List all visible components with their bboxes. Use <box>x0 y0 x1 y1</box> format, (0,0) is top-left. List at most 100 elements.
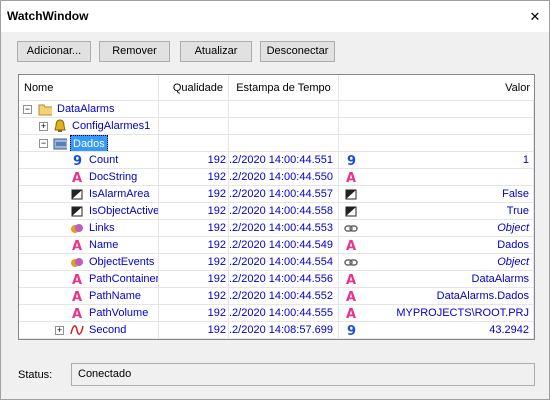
table-row[interactable]: ObjectEvents 192.2/2020 14:00:44.554 Objec… <box>19 254 534 271</box>
cell-quality: 192 <box>159 305 229 322</box>
collapse-icon[interactable]: − <box>39 139 48 148</box>
add-button[interactable]: Adicionar... <box>17 41 91 62</box>
string-a-icon: A <box>346 307 356 320</box>
update-button[interactable]: Atualizar <box>180 41 252 62</box>
folder-icon <box>38 104 52 116</box>
svg-text:A: A <box>346 171 356 184</box>
value-text: 1 <box>522 154 529 166</box>
column-header-value[interactable]: Valor <box>339 75 534 101</box>
svg-text:9: 9 <box>73 154 82 167</box>
cell-name: Links <box>19 220 159 237</box>
table-row[interactable]: IsAlarmArea 192.2/2020 14:00:44.557 False <box>19 186 534 203</box>
cell-timestamp: .2/2020 14:00:44.551 <box>229 152 339 169</box>
row-label: Second <box>89 324 127 336</box>
row-label: PathVolume <box>89 307 149 319</box>
object-icon <box>71 258 83 267</box>
row-label: IsAlarmArea <box>89 188 150 200</box>
cell-timestamp: .2/2020 14:08:57.699 <box>229 322 339 339</box>
number-9-icon: 9 <box>73 154 82 167</box>
cell-value: 91 <box>339 152 534 169</box>
svg-text:9: 9 <box>347 324 356 337</box>
cell-timestamp: .2/2020 14:00:44.558 <box>229 203 339 220</box>
cell-timestamp: .2/2020 14:00:44.553 <box>229 220 339 237</box>
trend-curve-icon <box>70 325 84 335</box>
table-row[interactable]: IsObjectActive 192.2/2020 14:00:44.558 Tru… <box>19 203 534 220</box>
row-label: Name <box>89 239 119 251</box>
expand-icon[interactable]: + <box>39 122 48 131</box>
cell-quality: 192 <box>159 169 229 186</box>
boolean-icon <box>71 206 83 217</box>
boolean-icon <box>345 206 357 217</box>
data-folder-icon <box>53 138 67 150</box>
cell-value: 9 43.2942 <box>339 322 534 339</box>
tree-label-dados: Dados <box>70 135 108 151</box>
object-icon <box>71 224 83 233</box>
cell-name: A PathContainer <box>19 271 159 288</box>
cell-value: A DataAlarms <box>339 271 534 288</box>
table-row[interactable]: A DocString 192.2/2020 14:00:44.550 A <box>19 169 534 186</box>
cell-value: Object <box>339 220 534 237</box>
cell-value: A DataAlarms.Dados <box>339 288 534 305</box>
table-row[interactable]: Links 192.2/2020 14:00:44.553 Object <box>19 220 534 237</box>
number-9-icon: 9 <box>347 324 356 337</box>
tree-row-root[interactable]: − DataAlarms <box>19 101 534 118</box>
cell-quality: 192 <box>159 237 229 254</box>
expand-icon[interactable]: + <box>55 326 64 335</box>
watch-window: WatchWindow ✕ Adicionar... Remover Atual… <box>0 0 550 400</box>
svg-text:A: A <box>346 239 356 252</box>
row-label: PathContainer <box>89 273 159 285</box>
table-row[interactable]: + Second 192.2/2020 14:08:57.699 9 43.2942 <box>19 322 534 339</box>
svg-text:A: A <box>72 273 82 286</box>
cell-name: IsAlarmArea <box>19 186 159 203</box>
boolean-icon <box>71 189 83 200</box>
svg-text:A: A <box>72 171 82 184</box>
tree-label-root: DataAlarms <box>57 103 115 115</box>
column-header-name[interactable]: Nome <box>19 75 159 101</box>
alarm-bell-icon <box>54 119 66 132</box>
string-a-icon: A <box>72 171 82 184</box>
tree-row-config[interactable]: + ConfigAlarmes1 <box>19 118 534 135</box>
svg-text:A: A <box>346 290 356 303</box>
link-icon <box>344 225 358 232</box>
remove-button[interactable]: Remover <box>99 41 170 62</box>
cell-name: IsObjectActive <box>19 203 159 220</box>
cell-timestamp: .2/2020 14:00:44.555 <box>229 305 339 322</box>
svg-text:A: A <box>72 239 82 252</box>
watch-grid[interactable]: Nome Qualidade Estampa de Tempo Valor − … <box>18 74 535 340</box>
value-text: Object <box>497 256 529 268</box>
svg-text:A: A <box>346 307 356 320</box>
cell-quality: 192 <box>159 322 229 339</box>
value-text: DataAlarms <box>471 273 529 285</box>
cell-name: A PathName <box>19 288 159 305</box>
cell-timestamp: .2/2020 14:00:44.554 <box>229 254 339 271</box>
cell-quality: 192 <box>159 254 229 271</box>
cell-quality: 192 <box>159 220 229 237</box>
cell-name: + Second <box>19 322 159 339</box>
string-a-icon: A <box>346 239 356 252</box>
cell-value: A MYPROJECTS\ROOT.PRJ <box>339 305 534 322</box>
value-text: True <box>506 205 529 217</box>
string-a-icon: A <box>72 307 82 320</box>
string-a-icon: A <box>346 273 356 286</box>
cell-value: A Dados <box>339 237 534 254</box>
status-label: Status: <box>18 369 53 381</box>
table-row[interactable]: A Name 192.2/2020 14:00:44.549 A Dados <box>19 237 534 254</box>
tree-row-dados[interactable]: − Dados <box>19 135 534 152</box>
column-header-timestamp[interactable]: Estampa de Tempo <box>229 75 339 101</box>
cell-quality: 192 <box>159 152 229 169</box>
value-text: MYPROJECTS\ROOT.PRJ <box>396 307 529 319</box>
column-header-quality[interactable]: Qualidade <box>159 75 229 101</box>
cell-quality: 192 <box>159 203 229 220</box>
cell-value: True <box>339 203 534 220</box>
table-row[interactable]: A PathVolume 192.2/2020 14:00:44.555 A MYPRO… <box>19 305 534 322</box>
table-row[interactable]: A PathName 192.2/2020 14:00:44.552 A DataAla… <box>19 288 534 305</box>
row-label: ObjectEvents <box>89 256 155 268</box>
table-row[interactable]: 9 Count 192.2/2020 14:00:44.551 9 1 <box>19 152 534 169</box>
string-a-icon: A <box>72 239 82 252</box>
close-icon[interactable]: ✕ <box>528 10 542 24</box>
collapse-icon[interactable]: − <box>23 105 32 114</box>
svg-text:9: 9 <box>347 154 356 167</box>
cell-value: A <box>339 169 534 186</box>
table-row[interactable]: A PathContainer 192.2/2020 14:00:44.556 A Da… <box>19 271 534 288</box>
disconnect-button[interactable]: Desconectar <box>260 41 335 62</box>
